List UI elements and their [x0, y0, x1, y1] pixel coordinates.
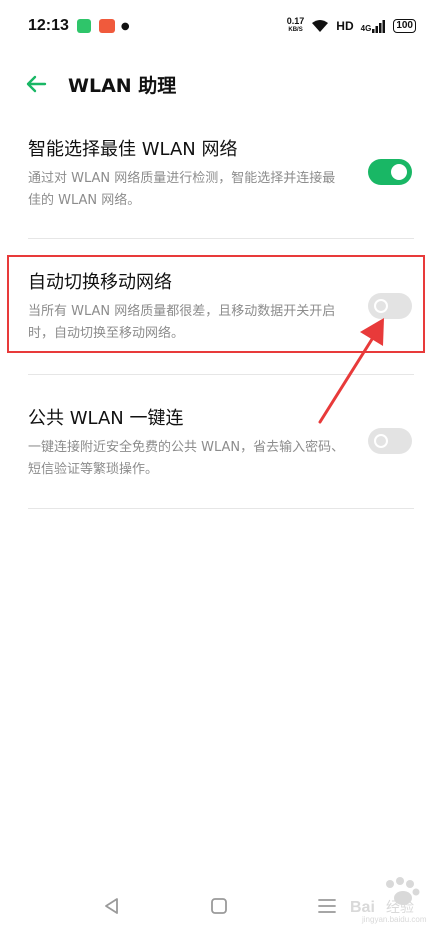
signal-icon: 4G: [360, 19, 387, 33]
nav-menu-icon[interactable]: [318, 898, 336, 914]
baidu-paw-icon: Bai 经验 jingyan.baidu.com: [350, 877, 427, 924]
baidu-watermark: Bai 经验 jingyan.baidu.com: [346, 876, 430, 924]
setting-title: 智能选择最佳 WLAN 网络: [28, 139, 238, 160]
watermark-brand: Bai: [350, 899, 375, 916]
nav-back-icon[interactable]: [102, 896, 122, 916]
network-speed-unit: KB/S: [288, 27, 303, 33]
toggle-knob: [374, 434, 388, 448]
divider: [28, 374, 414, 375]
public-wlan-toggle[interactable]: [368, 428, 412, 454]
network-speed: 0.17 KB/S: [287, 17, 305, 35]
page-title: WLAN 助理: [68, 75, 177, 97]
setting-description: 一键连接附近安全免费的公共 WLAN，省去输入密码、短信验证等繁琐操作。: [28, 440, 345, 477]
signal-type-label: 4G: [360, 23, 372, 33]
setting-description: 通过对 WLAN 网络质量进行检测，智能选择并连接最佳的 WLAN 网络。: [28, 171, 336, 208]
toggle-knob: [391, 164, 407, 180]
status-time: 12:13: [28, 17, 69, 34]
network-speed-value: 0.17: [286, 16, 305, 26]
watermark-url: jingyan.baidu.com: [361, 915, 427, 924]
back-arrow-icon[interactable]: [24, 72, 48, 96]
setting-best-wlan[interactable]: 智能选择最佳 WLAN 网络 通过对 WLAN 网络质量进行检测，智能选择并连接…: [28, 138, 414, 212]
battery-icon: 100: [393, 19, 416, 33]
annotation-highlight-box: [7, 255, 425, 353]
setting-title: 公共 WLAN 一键连: [28, 408, 184, 429]
divider: [28, 508, 414, 509]
hd-label: HD: [336, 19, 354, 33]
nav-home-icon[interactable]: [210, 897, 228, 915]
setting-public-wlan[interactable]: 公共 WLAN 一键连 一键连接附近安全免费的公共 WLAN，省去输入密码、短信…: [28, 407, 414, 481]
status-bar: 12:13 ● 0.17 KB/S HD 4G 100: [0, 0, 442, 52]
header: WLAN 助理: [0, 64, 442, 104]
wifi-icon: [312, 20, 329, 32]
shopping-app-notification-icon: [98, 19, 115, 33]
watermark-brand-suffix: 经验: [386, 900, 414, 916]
best-wlan-toggle[interactable]: [368, 159, 412, 185]
status-indicators: 0.17 KB/S HD 4G 100: [287, 17, 416, 35]
app-notification-icon: [76, 19, 91, 33]
divider: [28, 238, 414, 239]
more-notifications-dot-icon: ●: [120, 20, 130, 32]
